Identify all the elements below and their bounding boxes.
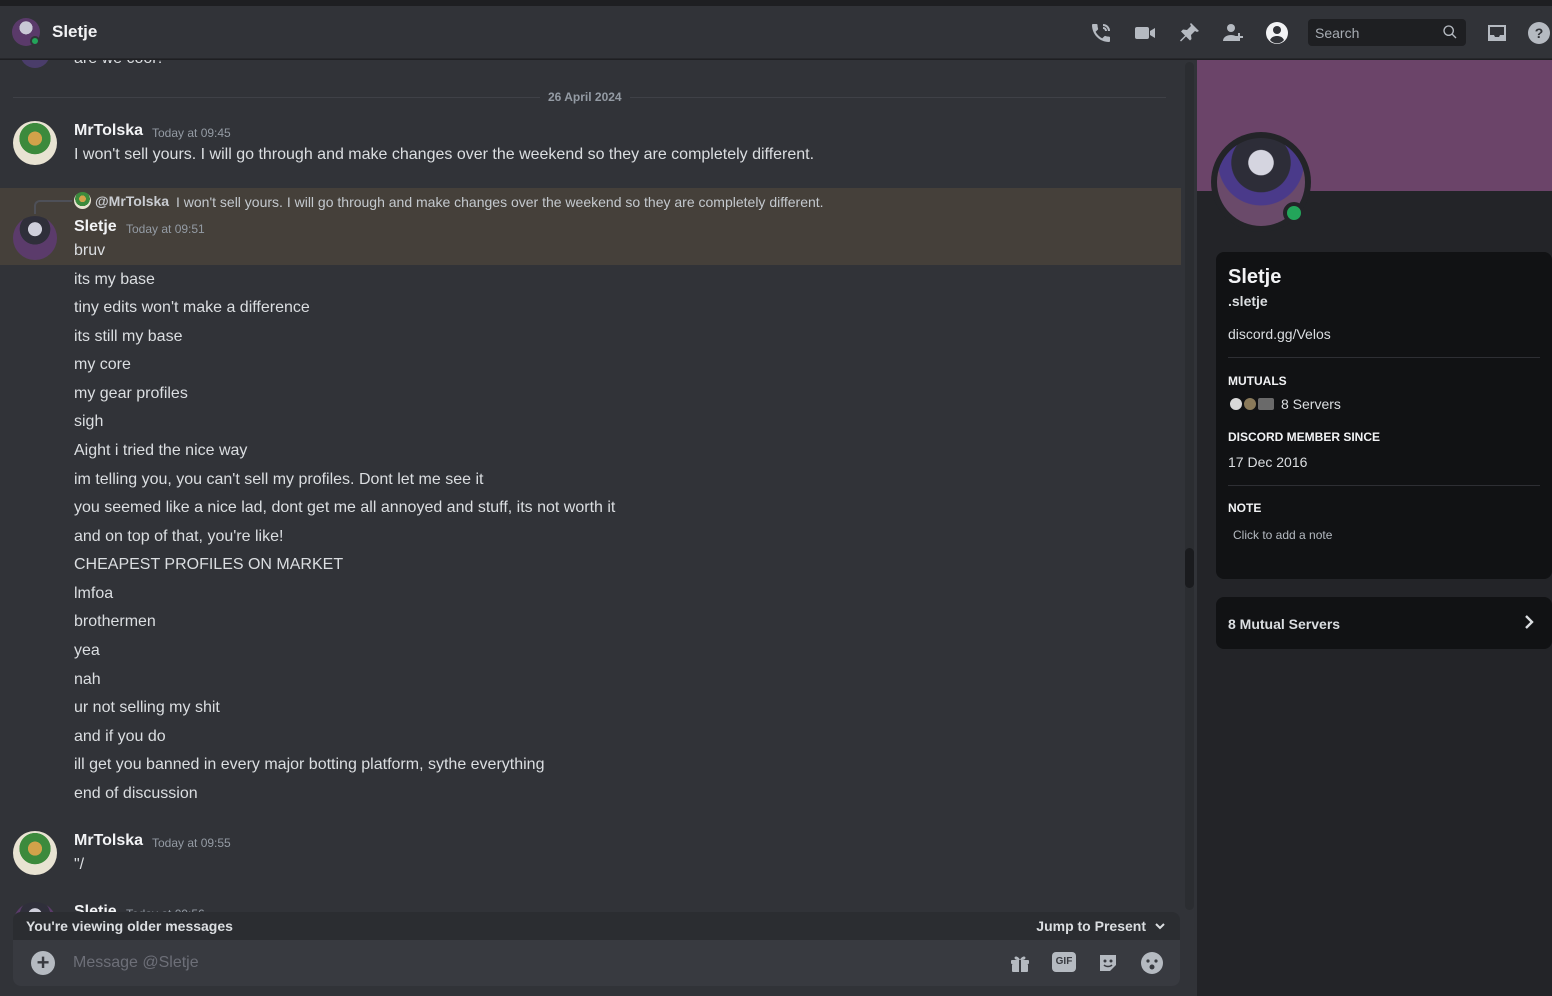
user-profile-panel: Sletje .sletje discord.gg/Velos MUTUALS …	[1197, 60, 1552, 996]
inbox-icon[interactable]	[1484, 20, 1510, 46]
chevron-down-icon	[1155, 923, 1165, 930]
message-composer: + GIF	[13, 940, 1180, 986]
message-text: yea	[74, 642, 100, 659]
reply-author[interactable]: @MrTolska	[95, 193, 169, 209]
message-timestamp: Today at 09:45	[152, 126, 231, 140]
message-input[interactable]	[73, 950, 973, 976]
older-messages-text: You're viewing older messages	[26, 918, 233, 934]
date-divider-label: 26 April 2024	[540, 90, 630, 104]
older-messages-bar: You're viewing older messages Jump to Pr…	[13, 912, 1180, 940]
gif-button[interactable]: GIF	[1052, 952, 1076, 972]
member-since-heading: DISCORD MEMBER SINCE	[1228, 430, 1381, 444]
message-text: and if you do	[74, 728, 166, 745]
mutual-servers-button[interactable]: 8 Mutual Servers	[1216, 597, 1552, 649]
pin-icon[interactable]	[1176, 20, 1202, 46]
divider	[1228, 485, 1540, 486]
add-friend-icon[interactable]	[1220, 20, 1246, 46]
online-status-indicator	[30, 36, 40, 46]
mutual-servers-label: 8 Mutual Servers	[1228, 616, 1341, 632]
message-timestamp: Today at 09:55	[152, 836, 231, 850]
profile-username: .sletje	[1228, 293, 1268, 309]
message-author[interactable]: MrTolska	[74, 122, 143, 140]
divider	[1228, 357, 1540, 358]
chat-scrollbar-thumb[interactable]	[1185, 548, 1194, 588]
message-text: its my base	[74, 271, 155, 288]
message-text: bruv	[74, 242, 106, 259]
phone-call-icon[interactable]	[1088, 20, 1114, 46]
message-text: and on top of that, you're like!	[74, 528, 284, 545]
gift-icon[interactable]	[1008, 951, 1032, 975]
avatar-sletje[interactable]	[13, 216, 57, 260]
message-text: lmfoa	[74, 585, 114, 602]
chat-area: are we cool? 26 April 2024 MrTolska Toda…	[0, 60, 1197, 996]
dm-title[interactable]: Sletje	[52, 22, 97, 42]
reply-connector	[34, 200, 72, 214]
jump-to-present-button[interactable]: Jump to Present	[1036, 918, 1166, 934]
member-since-date: 17 Dec 2016	[1228, 454, 1308, 470]
jump-to-present-label: Jump to Present	[1036, 918, 1146, 934]
message-text: I won't sell yours. I will go through an…	[74, 146, 815, 163]
chevron-right-icon	[1525, 615, 1534, 629]
message-text: you seemed like a nice lad, dont get me …	[74, 499, 616, 516]
message-text: CHEAPEST PROFILES ON MARKET	[74, 556, 344, 573]
message-text: its still my base	[74, 328, 183, 345]
message-text: ur not selling my shit	[74, 699, 220, 716]
message-text: nah	[74, 671, 101, 688]
message-text: "/	[74, 856, 85, 873]
message-text: im telling you, you can't sell my profil…	[74, 471, 484, 488]
user-profile-icon[interactable]	[1264, 20, 1290, 46]
profile-status-indicator	[1283, 202, 1305, 224]
emoji-icon[interactable]	[1140, 951, 1164, 975]
search-box[interactable]	[1308, 19, 1466, 46]
message-text: Aight i tried the nice way	[74, 442, 248, 459]
profile-bio[interactable]: discord.gg/Velos	[1228, 326, 1331, 342]
dm-header: Sletje ?	[0, 6, 1552, 59]
cut-off-avatar	[20, 60, 50, 68]
message-text: end of discussion	[74, 785, 198, 802]
profile-card: Sletje .sletje discord.gg/Velos MUTUALS …	[1216, 252, 1552, 579]
svg-text:?: ?	[1535, 25, 1544, 41]
mutuals-heading: MUTUALS	[1228, 374, 1287, 388]
message-text: brothermen	[74, 613, 156, 630]
note-heading: NOTE	[1228, 501, 1262, 515]
message-timestamp: Today at 09:51	[126, 222, 205, 236]
message-author[interactable]: MrTolska	[74, 832, 143, 850]
help-icon[interactable]: ?	[1526, 20, 1552, 46]
sticker-icon[interactable]	[1096, 951, 1120, 975]
attach-plus-button[interactable]: +	[31, 951, 55, 975]
mutuals-count[interactable]: 8 Servers	[1281, 396, 1341, 412]
message-text: my core	[74, 356, 131, 373]
video-call-icon[interactable]	[1132, 20, 1158, 46]
search-input[interactable]	[1315, 24, 1435, 41]
message-text: my gear profiles	[74, 385, 188, 402]
note-field[interactable]: Click to add a note	[1233, 528, 1332, 542]
profile-display-name: Sletje	[1228, 266, 1282, 288]
message-text: sigh	[74, 413, 104, 430]
avatar-mrtolska[interactable]	[13, 831, 57, 875]
mutual-server-avatar[interactable]	[1256, 396, 1276, 412]
chat-scrollbar-track[interactable]	[1185, 62, 1194, 910]
reply-avatar	[74, 192, 91, 209]
cut-off-message: are we cool?	[74, 60, 165, 68]
message-author[interactable]: Sletje	[74, 218, 117, 236]
reply-preview[interactable]: I won't sell yours. I will go through an…	[176, 194, 824, 210]
message-text: ill get you banned in every major bottin…	[74, 756, 545, 773]
avatar-mrtolska[interactable]	[13, 121, 57, 165]
search-icon	[1443, 25, 1457, 39]
message-text: tiny edits won't make a difference	[74, 299, 310, 316]
